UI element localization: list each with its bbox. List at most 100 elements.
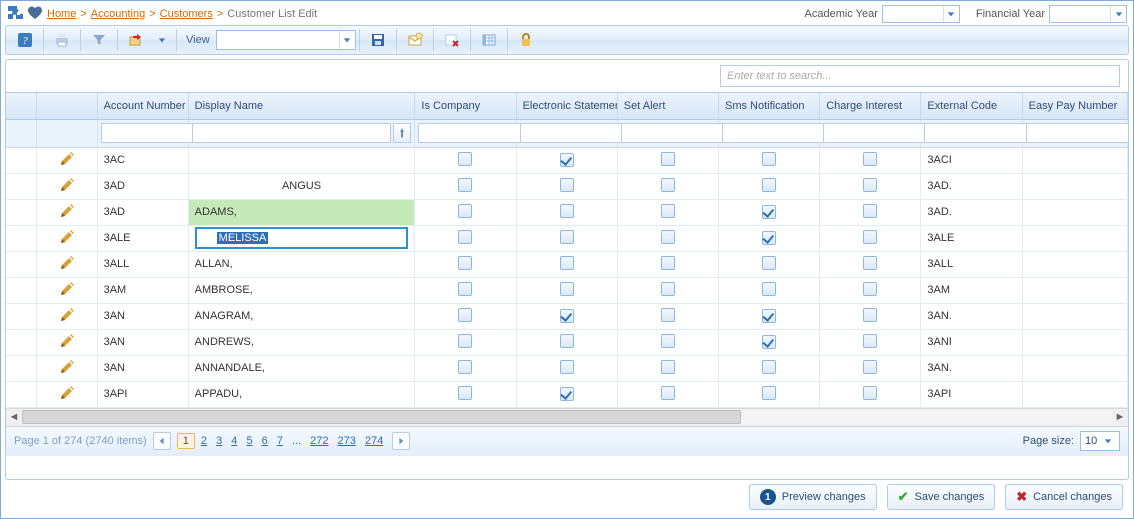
external-code-cell[interactable]: 3AD.: [921, 173, 1022, 199]
table-row[interactable]: 3AMAMBROSE,3AM: [6, 277, 1128, 303]
pager-page[interactable]: 6: [259, 435, 271, 447]
checkbox[interactable]: [458, 334, 472, 348]
filter-pin-icon[interactable]: [393, 123, 411, 143]
horizontal-scrollbar[interactable]: ◄ ►: [6, 408, 1128, 426]
external-code-cell[interactable]: 3AN.: [921, 355, 1022, 381]
col-edit[interactable]: [36, 93, 97, 119]
checkbox[interactable]: [458, 386, 472, 400]
display-name-cell[interactable]: ANGUS: [188, 173, 415, 199]
pager-page[interactable]: 273: [335, 435, 359, 447]
save-changes-button[interactable]: ✔ Save changes: [887, 484, 996, 510]
checkbox[interactable]: [560, 153, 574, 167]
display-name-cell[interactable]: ANDREWS,: [188, 329, 415, 355]
filter-button[interactable]: [84, 28, 114, 52]
table-row[interactable]: 3AC3ACI: [6, 147, 1128, 173]
col-sms-notification[interactable]: Sms Notification: [719, 93, 820, 119]
edit-row-icon[interactable]: [59, 288, 75, 300]
pager-next[interactable]: [392, 432, 410, 450]
checkbox[interactable]: [560, 387, 574, 401]
chevron-down-icon[interactable]: [1110, 6, 1126, 22]
col-display-name[interactable]: Display Name: [188, 93, 415, 119]
col-easy-pay[interactable]: Easy Pay Number: [1022, 93, 1127, 119]
academic-year-dropdown[interactable]: [882, 5, 960, 23]
edit-row-icon[interactable]: [59, 184, 75, 196]
edit-row-icon[interactable]: [59, 366, 75, 378]
account-cell[interactable]: 3AD: [97, 173, 188, 199]
pager-page[interactable]: 4: [228, 435, 240, 447]
account-cell[interactable]: 3AM: [97, 277, 188, 303]
table-row[interactable]: 3ALEMELISSA3ALE: [6, 225, 1128, 251]
pager-page[interactable]: 5: [243, 435, 255, 447]
checkbox[interactable]: [863, 230, 877, 244]
checkbox[interactable]: [560, 334, 574, 348]
pager-page[interactable]: 274: [362, 435, 386, 447]
pager-page[interactable]: 2: [198, 435, 210, 447]
checkbox[interactable]: [863, 152, 877, 166]
col-electronic-statement[interactable]: Electronic Statement: [516, 93, 617, 119]
checkbox[interactable]: [661, 230, 675, 244]
checkbox[interactable]: [762, 152, 776, 166]
checkbox[interactable]: [458, 256, 472, 270]
page-size-dropdown[interactable]: 10: [1080, 431, 1120, 451]
account-cell[interactable]: 3AD: [97, 199, 188, 225]
external-code-cell[interactable]: 3ANI: [921, 329, 1022, 355]
col-external-code[interactable]: External Code: [921, 93, 1022, 119]
checkbox[interactable]: [863, 204, 877, 218]
external-code-cell[interactable]: 3ACI: [921, 147, 1022, 173]
pager-page[interactable]: 272: [307, 435, 331, 447]
checkbox[interactable]: [661, 386, 675, 400]
cancel-changes-button[interactable]: ✖ Cancel changes: [1005, 484, 1123, 510]
chevron-down-icon[interactable]: [1101, 432, 1115, 450]
scroll-left-icon[interactable]: ◄: [6, 409, 22, 425]
external-code-cell[interactable]: 3ALL: [921, 251, 1022, 277]
view-dropdown[interactable]: [216, 30, 356, 50]
preview-changes-button[interactable]: 1 Preview changes: [749, 484, 877, 510]
checkbox[interactable]: [863, 360, 877, 374]
external-code-cell[interactable]: 3API: [921, 381, 1022, 407]
display-name-editor[interactable]: MELISSA: [195, 227, 409, 249]
checkbox[interactable]: [458, 152, 472, 166]
external-code-cell[interactable]: 3AD.: [921, 199, 1022, 225]
table-row[interactable]: 3APIAPPADU,3API: [6, 381, 1128, 407]
checkbox[interactable]: [863, 178, 877, 192]
display-name-cell[interactable]: ALLAN,: [188, 251, 415, 277]
checkbox[interactable]: [560, 204, 574, 218]
checkbox[interactable]: [762, 205, 776, 219]
checkbox[interactable]: [661, 204, 675, 218]
financial-year-dropdown[interactable]: [1049, 5, 1127, 23]
checkbox[interactable]: [762, 360, 776, 374]
breadcrumb-home[interactable]: Home: [47, 8, 76, 20]
checkbox[interactable]: [560, 309, 574, 323]
table-row[interactable]: 3ANANAGRAM,3AN.: [6, 303, 1128, 329]
scroll-thumb[interactable]: [22, 410, 741, 424]
chevron-down-icon[interactable]: [943, 6, 959, 22]
export-button[interactable]: [121, 28, 151, 52]
checkbox[interactable]: [762, 282, 776, 296]
display-name-cell[interactable]: AMBROSE,: [188, 277, 415, 303]
col-charge-interest[interactable]: Charge Interest: [820, 93, 921, 119]
checkbox[interactable]: [863, 256, 877, 270]
checkbox[interactable]: [762, 309, 776, 323]
checkbox[interactable]: [458, 204, 472, 218]
account-cell[interactable]: 3ALL: [97, 251, 188, 277]
display-name-cell[interactable]: [188, 147, 415, 173]
pager-prev[interactable]: [153, 432, 171, 450]
checkbox[interactable]: [661, 178, 675, 192]
delete-view-button[interactable]: [437, 28, 467, 52]
checkbox[interactable]: [762, 256, 776, 270]
filter-easy[interactable]: [1026, 123, 1129, 143]
display-name-cell[interactable]: ADAMS,: [188, 199, 415, 225]
col-selector[interactable]: [6, 93, 36, 119]
checkbox[interactable]: [560, 256, 574, 270]
edit-row-icon[interactable]: [59, 210, 75, 222]
breadcrumb-accounting[interactable]: Accounting: [91, 8, 145, 20]
table-row[interactable]: 3ANANNANDALE,3AN.: [6, 355, 1128, 381]
checkbox[interactable]: [863, 386, 877, 400]
edit-row-icon[interactable]: [59, 236, 75, 248]
edit-row-icon[interactable]: [59, 392, 75, 404]
checkbox[interactable]: [863, 334, 877, 348]
checkbox[interactable]: [762, 335, 776, 349]
filter-display-name[interactable]: [192, 123, 392, 143]
checkbox[interactable]: [762, 178, 776, 192]
lock-button[interactable]: [511, 28, 541, 52]
